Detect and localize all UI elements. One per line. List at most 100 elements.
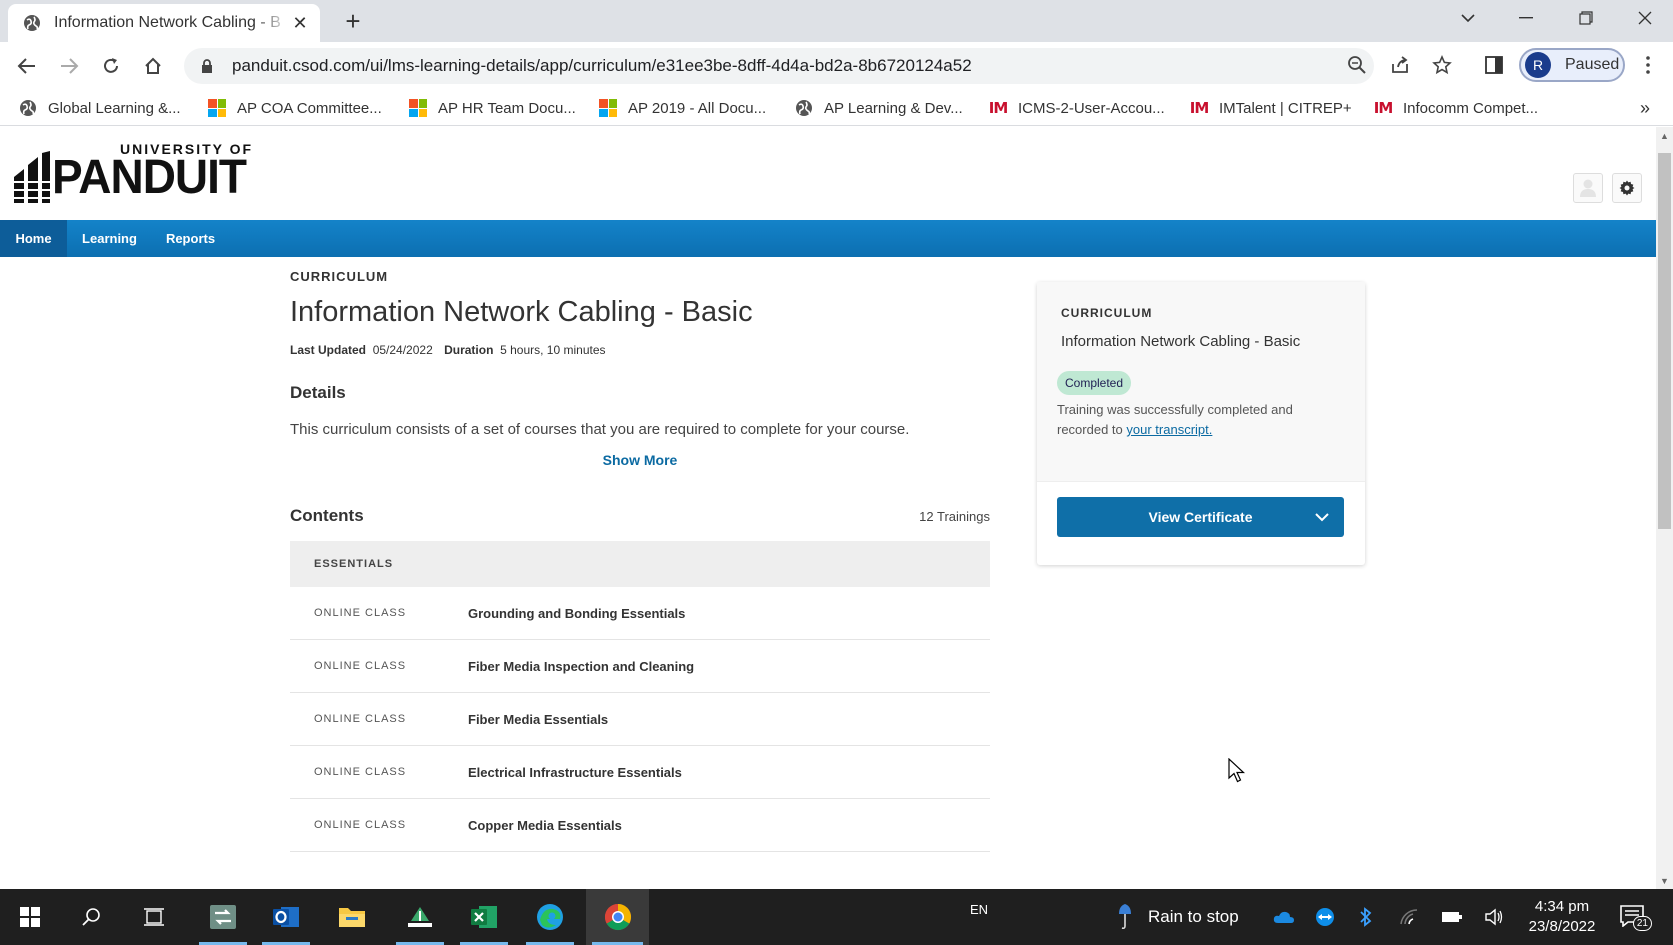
teamviewer-icon[interactable]: [1315, 889, 1335, 945]
nav-reports[interactable]: Reports: [158, 220, 223, 257]
bookmark-item[interactable]: AP 2019 - All Docu...: [598, 96, 766, 120]
outlook-icon[interactable]: [256, 889, 316, 945]
training-type: ONLINE CLASS: [314, 607, 407, 619]
duration-value: 5 hours, 10 minutes: [500, 343, 606, 357]
scroll-up-icon[interactable]: ▲: [1656, 127, 1673, 144]
zoom-icon[interactable]: [1342, 50, 1372, 80]
training-name[interactable]: Fiber Media Essentials: [468, 712, 608, 727]
profile-button[interactable]: R Paused: [1519, 48, 1625, 82]
bookmark-label: AP COA Committee...: [237, 99, 382, 117]
browser-tab-strip: Information Network Cabling - B ✕ +: [0, 0, 1673, 42]
training-row[interactable]: ONLINE CLASS Fiber Media Essentials: [290, 693, 990, 746]
nav-home[interactable]: Home: [0, 220, 67, 257]
training-row[interactable]: ONLINE CLASS Copper Media Essentials: [290, 799, 990, 852]
profile-status: Paused: [1565, 56, 1620, 73]
scrollbar-thumb[interactable]: [1658, 153, 1671, 529]
onedrive-icon[interactable]: [1273, 889, 1295, 945]
notification-center-icon[interactable]: 21: [1620, 889, 1652, 945]
scroll-down-icon[interactable]: ▼: [1656, 872, 1673, 889]
view-certificate-label: View Certificate: [1148, 509, 1253, 525]
bookmark-label: ICMS-2-User-Accou...: [1018, 99, 1165, 117]
section-header-essentials[interactable]: ESSENTIALS: [290, 541, 990, 587]
download-app-icon[interactable]: [390, 889, 450, 945]
page-scrollbar[interactable]: ▲ ▼: [1656, 127, 1673, 889]
wifi-icon[interactable]: [1399, 889, 1419, 945]
last-updated-label: Last Updated: [290, 343, 367, 357]
clock-time: 4:34 pm: [1534, 898, 1590, 915]
tab-close-icon[interactable]: ✕: [290, 13, 310, 33]
bookmark-item[interactable]: IM ICMS-2-User-Accou...: [988, 96, 1165, 120]
logo-main-text: PANDUIT: [52, 148, 247, 204]
training-row[interactable]: ONLINE CLASS Electrical Infrastructure E…: [290, 746, 990, 799]
university-of-panduit-logo[interactable]: UNIVERSITY OF PANDUIT: [10, 141, 256, 204]
bookmark-item[interactable]: IM IMTalent | CITREP+: [1189, 96, 1352, 120]
view-certificate-button[interactable]: View Certificate: [1057, 497, 1344, 537]
minimize-button[interactable]: [1498, 0, 1554, 36]
bookmark-item[interactable]: AP HR Team Docu...: [408, 96, 576, 120]
bookmark-star-icon[interactable]: [1427, 50, 1457, 80]
chrome-browser-icon[interactable]: [586, 889, 649, 945]
microsoft-icon: [408, 98, 428, 118]
close-window-button[interactable]: [1617, 0, 1673, 36]
mouse-cursor-icon: [1228, 757, 1246, 789]
address-bar[interactable]: panduit.csod.com/ui/lms-learning-details…: [184, 48, 1374, 84]
settings-gear-icon[interactable]: [1612, 173, 1642, 203]
nav-learning[interactable]: Learning: [75, 220, 144, 257]
share-icon[interactable]: [1385, 50, 1415, 80]
weather-widget[interactable]: Rain to stop: [1118, 889, 1239, 945]
transcript-link[interactable]: your transcript.: [1126, 422, 1212, 437]
chevron-down-icon[interactable]: [1312, 507, 1332, 527]
browser-toolbar: panduit.csod.com/ui/lms-learning-details…: [0, 42, 1673, 90]
completion-card: CURRICULUM Information Network Cabling -…: [1037, 282, 1365, 565]
back-icon[interactable]: [11, 50, 43, 82]
training-row[interactable]: ONLINE CLASS Grounding and Bonding Essen…: [290, 587, 990, 640]
curriculum-details: CURRICULUM Information Network Cabling -…: [290, 269, 990, 468]
home-icon[interactable]: [137, 50, 169, 82]
user-profile-icon[interactable]: [1573, 173, 1603, 203]
training-name[interactable]: Copper Media Essentials: [468, 818, 622, 833]
new-tab-button[interactable]: +: [338, 6, 368, 36]
bluetooth-icon[interactable]: [1359, 889, 1373, 945]
file-explorer-icon[interactable]: [322, 889, 382, 945]
bookmark-item[interactable]: IM Infocomm Compet...: [1373, 96, 1538, 120]
excel-icon[interactable]: [454, 889, 514, 945]
browser-tab[interactable]: Information Network Cabling - B ✕: [8, 4, 320, 42]
globe-icon: [794, 98, 814, 118]
training-type: ONLINE CLASS: [314, 713, 407, 725]
volume-icon[interactable]: [1484, 889, 1504, 945]
bookmark-item[interactable]: AP Learning & Dev...: [794, 96, 963, 120]
weather-text: Rain to stop: [1148, 907, 1239, 926]
lock-icon: [198, 58, 216, 74]
tab-search-icon[interactable]: [1440, 0, 1496, 36]
card-title: Information Network Cabling - Basic: [1061, 333, 1301, 350]
bookmark-label: AP Learning & Dev...: [824, 99, 963, 117]
ims-icon: IM: [988, 99, 1008, 117]
contents-header: Contents 12 Trainings: [290, 506, 990, 526]
forward-icon[interactable]: [53, 50, 85, 82]
training-name[interactable]: Fiber Media Inspection and Cleaning: [468, 659, 694, 674]
reload-icon[interactable]: [95, 50, 127, 82]
file-sync-app-icon[interactable]: [193, 889, 253, 945]
training-name[interactable]: Electrical Infrastructure Essentials: [468, 765, 682, 780]
training-name[interactable]: Grounding and Bonding Essentials: [468, 606, 685, 621]
bookmarks-overflow-icon[interactable]: »: [1640, 96, 1650, 120]
ims-icon: IM: [1373, 99, 1393, 117]
windows-start-icon[interactable]: [0, 889, 60, 945]
search-icon[interactable]: [62, 889, 122, 945]
url-text: panduit.csod.com/ui/lms-learning-details…: [232, 56, 972, 75]
show-more-link[interactable]: Show More: [290, 452, 990, 468]
restore-button[interactable]: [1558, 0, 1614, 36]
battery-icon[interactable]: [1441, 889, 1463, 945]
input-language[interactable]: EN: [970, 881, 988, 937]
page-title: Information Network Cabling - Basic: [290, 296, 753, 328]
training-row[interactable]: ONLINE CLASS Fiber Media Inspection and …: [290, 640, 990, 693]
edge-browser-icon[interactable]: [520, 889, 580, 945]
task-view-icon[interactable]: [124, 889, 184, 945]
system-clock[interactable]: 4:34 pm 23/8/2022: [1522, 889, 1602, 945]
training-type: ONLINE CLASS: [314, 660, 407, 672]
bookmark-item[interactable]: Global Learning &...: [18, 96, 181, 120]
side-panel-icon[interactable]: [1479, 50, 1509, 80]
bookmark-item[interactable]: AP COA Committee...: [207, 96, 382, 120]
menu-kebab-icon[interactable]: [1633, 50, 1663, 80]
ims-icon: IM: [1189, 99, 1209, 117]
